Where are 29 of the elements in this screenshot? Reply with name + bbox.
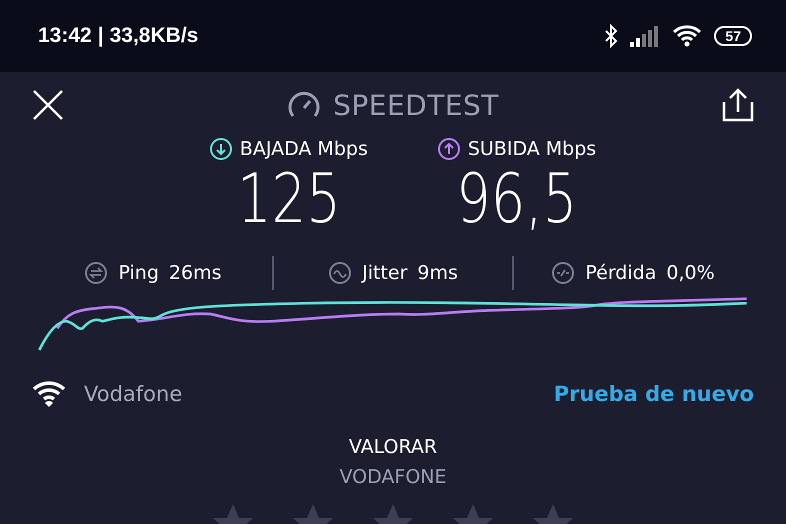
network-speed: 33,8KB/s bbox=[110, 24, 198, 48]
rating-provider: VODAFONE bbox=[339, 466, 446, 488]
status-separator: | bbox=[98, 24, 104, 48]
gauge-icon bbox=[287, 90, 322, 120]
stat-label: Jitter bbox=[362, 262, 408, 284]
stat-value: 9ms bbox=[417, 262, 458, 284]
stat-value: 26ms bbox=[168, 262, 222, 284]
bluetooth-icon bbox=[604, 24, 618, 48]
app-title: SPEEDTEST bbox=[333, 88, 499, 122]
rating-title: VALORAR bbox=[348, 436, 438, 458]
result-value: 96,5 bbox=[456, 160, 578, 240]
close-icon[interactable] bbox=[32, 89, 64, 121]
signal-icon bbox=[630, 25, 660, 47]
network-name: Vodafone bbox=[84, 382, 182, 406]
ping-icon bbox=[84, 261, 108, 285]
share-icon[interactable] bbox=[722, 88, 754, 122]
wifi-icon bbox=[32, 380, 66, 408]
result-label: SUBIDA Mbps bbox=[468, 138, 596, 160]
jitter-icon bbox=[328, 261, 352, 285]
battery-indicator: 57 bbox=[714, 26, 752, 46]
stat-value: 0,0% bbox=[666, 262, 715, 284]
result-label: BAJADA Mbps bbox=[240, 138, 368, 160]
stat-label: Ping bbox=[118, 262, 159, 284]
loss-icon bbox=[551, 261, 576, 285]
status-time: 13:42 bbox=[38, 24, 92, 48]
retry-link[interactable]: Prueba de nuevo bbox=[554, 382, 754, 406]
result-value: 125 bbox=[236, 160, 341, 240]
stat-label: Pérdida bbox=[585, 262, 656, 284]
wifi-icon bbox=[672, 24, 702, 48]
